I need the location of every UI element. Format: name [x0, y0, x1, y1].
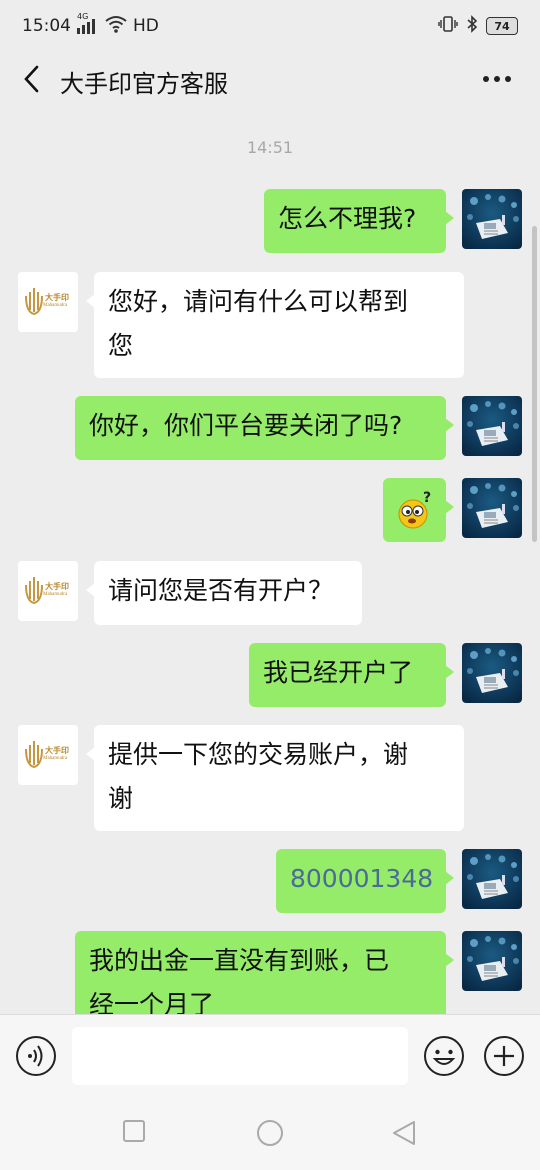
status-bar: 15:04 4G HD 74	[0, 0, 540, 52]
signal-icon: 4G	[77, 12, 99, 34]
message-text: 怎么不理我?	[278, 204, 417, 233]
message-input[interactable]	[72, 1027, 408, 1085]
message-text-line: 谢	[108, 784, 134, 813]
service-logo-text: 大手印	[45, 746, 69, 755]
circle-icon	[257, 1120, 283, 1146]
message-bubble-mine[interactable]: 你好，你们平台要关闭了吗?	[75, 396, 454, 460]
message-bubble-theirs[interactable]: 请问您是否有开户？	[86, 561, 362, 625]
plus-icon	[484, 1036, 524, 1076]
chevron-left-icon	[24, 65, 39, 93]
more-options-button[interactable]	[480, 66, 514, 92]
message-text: 你好，你们平台要关闭了吗?	[89, 411, 403, 440]
message-text: 请问您是否有开户？	[108, 576, 334, 605]
chat-title: 大手印官方客服	[60, 70, 228, 98]
user-avatar[interactable]	[462, 478, 522, 538]
message-bubble-mine[interactable]: 我已经开户了	[249, 643, 454, 707]
message-bubble-mine[interactable]: ?	[383, 478, 454, 542]
phone-avatar-image	[462, 478, 522, 538]
status-time: 15:04	[22, 16, 71, 36]
account-number-link[interactable]: 800001348	[290, 864, 433, 893]
service-avatar[interactable]: 大手印 Mahamudra	[18, 561, 78, 621]
smiley-icon	[424, 1036, 464, 1076]
message-list[interactable]: 14:51 怎么不理我? 大手印 Mahamudra 您好，请问有什么可以帮到 您…	[0, 106, 540, 1014]
back-button[interactable]	[14, 61, 48, 97]
back-nav-button[interactable]	[390, 1118, 420, 1148]
scrollbar[interactable]	[532, 226, 537, 542]
message-bubble-theirs[interactable]: 提供一下您的交易账户，谢 谢	[86, 725, 464, 831]
phone-avatar-image	[462, 189, 522, 249]
service-avatar[interactable]: 大手印 Mahamudra	[18, 725, 78, 785]
user-avatar[interactable]	[462, 189, 522, 249]
service-avatar[interactable]: 大手印 Mahamudra	[18, 272, 78, 332]
message-bubble-mine[interactable]: 怎么不理我?	[264, 189, 454, 253]
phone-avatar-image	[462, 849, 522, 909]
vibrate-icon	[438, 15, 458, 38]
voice-icon	[16, 1036, 56, 1076]
message-text-line: 我的出金一直没有到账，已	[89, 946, 390, 975]
message-text-line: 您	[108, 331, 134, 360]
message-timestamp: 14:51	[246, 138, 294, 157]
phone-avatar-image	[462, 643, 522, 703]
recents-button[interactable]	[121, 1118, 151, 1148]
message-bubble-mine[interactable]: 800001348	[276, 849, 454, 913]
message-text-line: 经一个月了	[89, 990, 215, 1014]
user-avatar[interactable]	[462, 931, 522, 991]
voice-button[interactable]	[15, 1035, 57, 1077]
svg-text:?: ?	[423, 490, 431, 506]
message-text-line: 您好，请问有什么可以帮到	[108, 287, 409, 316]
more-dots-icon	[483, 76, 511, 82]
status-left: 15:04 4G HD	[22, 12, 159, 38]
bluetooth-icon	[466, 14, 478, 38]
message-bubble-theirs[interactable]: 您好，请问有什么可以帮到 您	[86, 272, 464, 378]
message-bubble-mine[interactable]: 我的出金一直没有到账，已 经一个月了	[75, 931, 454, 1014]
user-avatar[interactable]	[462, 849, 522, 909]
more-functions-button[interactable]	[483, 1035, 525, 1077]
network-type: 4G	[77, 12, 89, 21]
service-logo-subtext: Mahamudra	[43, 592, 68, 597]
square-icon	[123, 1120, 145, 1142]
wifi-icon	[105, 15, 127, 38]
home-button[interactable]	[255, 1118, 285, 1148]
message-text-line: 提供一下您的交易账户，谢	[108, 740, 409, 769]
status-right: 74	[438, 14, 518, 38]
service-logo-text: 大手印	[45, 293, 69, 302]
service-logo-subtext: Mahamudra	[43, 303, 68, 308]
phone-avatar-image	[462, 396, 522, 456]
emoji-button[interactable]	[423, 1035, 465, 1077]
confused-emoji-icon: ?	[398, 490, 431, 529]
user-avatar[interactable]	[462, 643, 522, 703]
message-text: 我已经开户了	[263, 658, 414, 687]
phone-avatar-image	[462, 931, 522, 991]
service-logo-text: 大手印	[45, 582, 69, 591]
system-nav-bar	[0, 1098, 540, 1170]
chat-header: 大手印官方客服	[0, 52, 540, 106]
battery-icon: 74	[486, 17, 518, 35]
hd-label: HD	[133, 16, 159, 36]
input-bar	[0, 1014, 540, 1099]
service-logo-subtext: Mahamudra	[43, 756, 68, 761]
triangle-back-icon	[393, 1121, 415, 1145]
user-avatar[interactable]	[462, 396, 522, 456]
